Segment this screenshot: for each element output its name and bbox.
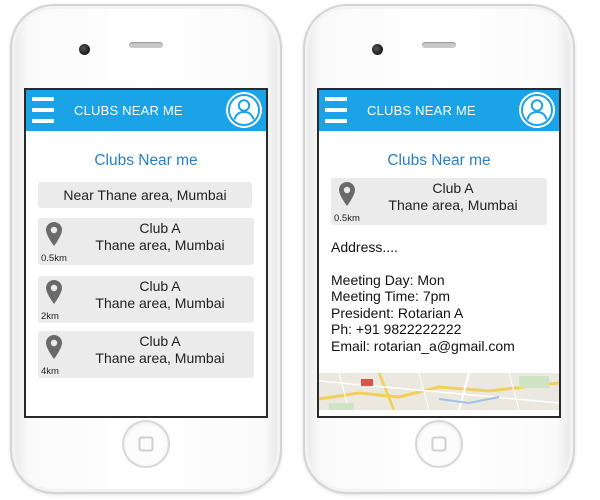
page-title: Clubs Near me (387, 152, 491, 169)
club-list-item[interactable]: 0.5km Club A Thane area, Mumbai (38, 218, 254, 265)
club-distance: 2km (41, 311, 59, 322)
app-bar: CLUBS NEAR ME (26, 90, 266, 131)
club-name: Club A (139, 220, 181, 236)
app-bar: CLUBS NEAR ME (319, 90, 559, 131)
map-pin-icon (339, 182, 355, 206)
club-distance: 4km (41, 366, 59, 377)
map-thumbnail[interactable] (319, 373, 559, 410)
club-list: 0.5km Club A Thane area, Mumbai 2km Club… (26, 218, 266, 378)
club-name: Club A (139, 278, 181, 294)
map-pin-icon (46, 222, 62, 246)
club-list-item[interactable]: 2km Club A Thane area, Mumbai (38, 276, 254, 323)
hamburger-menu-icon[interactable] (32, 97, 54, 123)
meeting-time: Meeting Time: 7pm (331, 288, 451, 304)
user-profile-icon[interactable] (519, 92, 555, 128)
screen-clubs-list: CLUBS NEAR ME Clubs Near me Near Thane a… (24, 88, 268, 418)
club-area: Thane area, Mumbai (388, 197, 518, 213)
club-name: Club A (432, 180, 474, 196)
club-address: Address.... (331, 239, 398, 255)
meeting-day: Meeting Day: Mon (331, 271, 445, 288)
club-area: Thane area, Mumbai (95, 295, 225, 311)
page-title: Clubs Near me (94, 152, 198, 169)
earpiece-speaker (422, 42, 456, 48)
screen-club-detail: CLUBS NEAR ME Clubs Near me 0.5km Club A… (317, 88, 561, 418)
club-president: President: Rotarian A (331, 304, 464, 321)
home-button[interactable] (415, 420, 463, 468)
map-pin-icon (46, 280, 62, 304)
club-distance: 0.5km (334, 213, 360, 224)
phone-frame-right: CLUBS NEAR ME Clubs Near me 0.5km Club A… (303, 4, 575, 494)
club-summary-card: 0.5km Club A Thane area, Mumbai (331, 178, 547, 225)
club-area: Thane area, Mumbai (95, 350, 225, 366)
phone-frame-left: CLUBS NEAR ME Clubs Near me Near Thane a… (10, 4, 282, 494)
club-area: Thane area, Mumbai (95, 237, 225, 253)
club-list-item[interactable]: 4km Club A Thane area, Mumbai (38, 331, 254, 378)
app-bar-title: CLUBS NEAR ME (74, 103, 183, 118)
earpiece-speaker (129, 42, 163, 48)
front-camera (372, 44, 383, 55)
club-name: Club A (139, 333, 181, 349)
club-email[interactable]: Email: rotarian_a@gmail.com (331, 338, 559, 355)
map-pin-icon (46, 335, 62, 359)
club-phone[interactable]: Ph: +91 9822222222 (331, 321, 559, 338)
home-button[interactable] (122, 420, 170, 468)
app-bar-title: CLUBS NEAR ME (367, 103, 476, 118)
front-camera (79, 44, 90, 55)
club-distance: 0.5km (41, 253, 67, 264)
user-profile-icon[interactable] (226, 92, 262, 128)
hamburger-menu-icon[interactable] (325, 97, 347, 123)
location-filter-box[interactable]: Near Thane area, Mumbai (38, 182, 252, 208)
club-details: Address.... Meeting Day: Mon Meeting Tim… (331, 239, 559, 354)
